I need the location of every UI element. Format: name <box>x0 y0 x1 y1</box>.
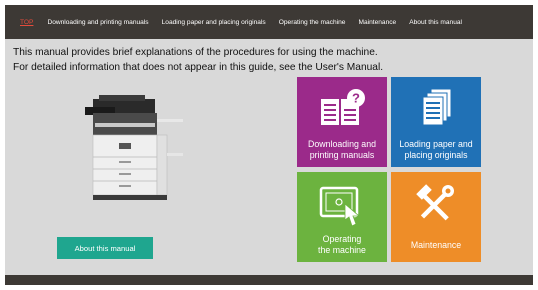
copier-machine-image <box>85 95 183 200</box>
nav-top[interactable]: TOP <box>20 19 33 26</box>
tile-label-line-2: placing originals <box>404 149 468 160</box>
nav-loading-paper[interactable]: Loading paper and placing originals <box>162 19 266 26</box>
tile-label-line-1: Maintenance <box>410 240 462 250</box>
nav-operating-machine[interactable]: Operating the machine <box>279 19 346 26</box>
svg-text:?: ? <box>352 91 360 106</box>
tile-label-line-2: printing manuals <box>309 149 375 160</box>
nav-about-manual[interactable]: About this manual <box>409 19 462 26</box>
tile-label: Downloading and printing manuals <box>297 139 387 160</box>
manual-screen: TOP Downloading and printing manuals Loa… <box>5 5 533 285</box>
tile-label: Operating the machine <box>297 234 387 255</box>
nav-maintenance[interactable]: Maintenance <box>358 19 396 26</box>
tile-label: Maintenance <box>391 240 481 251</box>
tile-label-line-1: Operating <box>322 234 362 244</box>
nav-downloading-printing[interactable]: Downloading and printing manuals <box>47 19 148 26</box>
tile-label-line-2: the machine <box>318 244 366 255</box>
touch-screen-icon <box>319 186 361 227</box>
intro-text: This manual provides brief explanations … <box>13 45 413 75</box>
tile-loading-paper-placing-originals[interactable]: Loading paper and placing originals <box>391 77 481 167</box>
tile-operating-the-machine[interactable]: Operating the machine <box>297 172 387 262</box>
tile-downloading-printing-manuals[interactable]: ? Downloading and printing manuals <box>297 77 387 167</box>
bottom-bar <box>5 275 533 285</box>
tile-maintenance[interactable]: Maintenance <box>391 172 481 262</box>
document-question-icon: ? <box>321 89 365 125</box>
tile-label-line-1: Downloading and <box>308 139 376 149</box>
paper-stack-icon <box>422 88 452 126</box>
intro-line-2: For detailed information that does not a… <box>13 62 384 73</box>
tile-label-line-1: Loading paper and <box>399 139 473 149</box>
intro-line-1: This manual provides brief explanations … <box>13 47 378 58</box>
tile-label: Loading paper and placing originals <box>391 139 481 160</box>
about-this-manual-button[interactable]: About this manual <box>57 237 153 259</box>
hammer-wrench-icon <box>416 184 454 221</box>
top-nav-bar: TOP Downloading and printing manuals Loa… <box>5 5 533 39</box>
